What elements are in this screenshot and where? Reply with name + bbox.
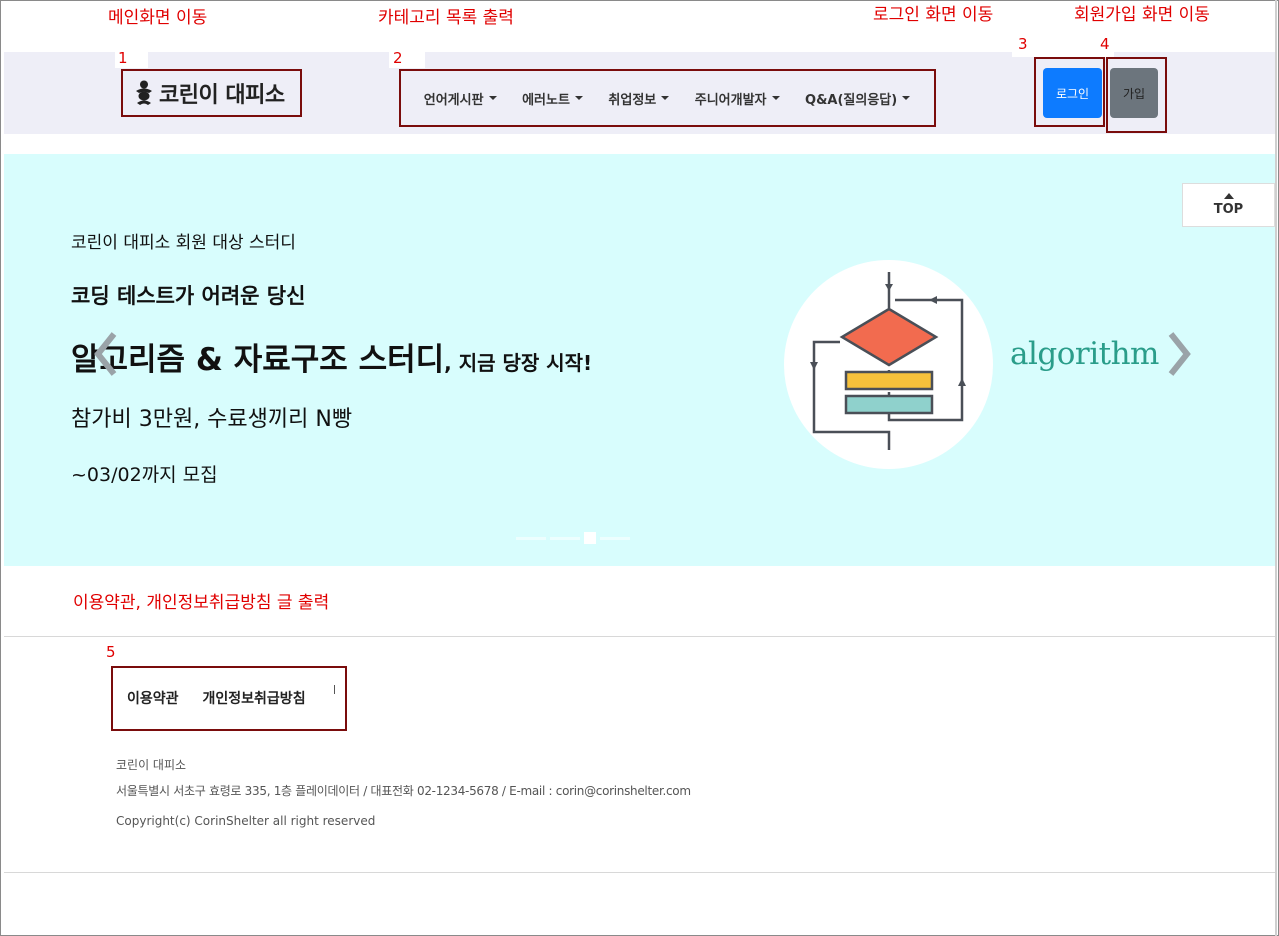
- banner-title: 알고리즘 & 자료구조 스터디, 지금 당장 시작!: [71, 334, 592, 379]
- annotation-box-5: [111, 666, 347, 731]
- window-edge: [1275, 0, 1277, 936]
- carousel-indicator-active[interactable]: [584, 532, 596, 544]
- footer-bottom-divider: [4, 872, 1275, 873]
- banner-deadline: ~03/02까지 모집: [71, 464, 218, 486]
- banner-fee: 참가비 3만원, 수료생끼리 N빵: [71, 407, 353, 432]
- footer-address: 서울특별시 서초구 효령로 335, 1층 플레이데이터 / 대표전화 02-1…: [116, 784, 691, 798]
- footer-copyright: Copyright(c) CorinShelter all right rese…: [116, 814, 376, 828]
- banner-title-main: 알고리즘 & 자료구조 스터디: [71, 342, 445, 378]
- chevron-right-icon: [1168, 332, 1191, 376]
- annotation-number-2: 2: [393, 49, 403, 67]
- carousel-indicators: [516, 532, 630, 544]
- banner-image-word: algorithm: [1010, 336, 1159, 372]
- flowchart-illustration: [784, 260, 993, 469]
- footer-company-name: 코린이 대피소: [116, 758, 187, 772]
- top-label: TOP: [1213, 202, 1244, 217]
- banner-subtitle: 코린이 대피소 회원 대상 스터디: [71, 233, 296, 253]
- annotation-terms: 이용약관, 개인정보취급방침 글 출력: [73, 593, 330, 613]
- footer-divider: [4, 636, 1275, 637]
- annotation-login: 로그인 화면 이동: [873, 5, 994, 25]
- caret-up-icon: [1223, 193, 1234, 199]
- banner-headline: 코딩 테스트가 어려운 당신: [71, 284, 306, 308]
- annotation-main: 메인화면 이동: [108, 8, 208, 28]
- annotation-number-1: 1: [118, 49, 128, 67]
- banner-title-sub: , 지금 당장 시작!: [444, 351, 593, 375]
- annotation-number-5: 5: [106, 643, 116, 661]
- carousel-indicator[interactable]: [600, 536, 630, 540]
- carousel-indicator[interactable]: [550, 536, 580, 540]
- annotation-signup: 회원가입 화면 이동: [1074, 5, 1210, 25]
- annotation-box-4: [1106, 57, 1167, 133]
- flowchart-icon: [810, 272, 966, 450]
- annotation-category: 카테고리 목록 출력: [378, 8, 514, 28]
- carousel-indicator[interactable]: [516, 536, 546, 540]
- annotation-box-3: [1034, 57, 1105, 127]
- annotation-box-2: [399, 69, 936, 127]
- scroll-top-button[interactable]: TOP: [1182, 183, 1275, 227]
- chevron-left-icon: [94, 332, 117, 376]
- carousel-next-button[interactable]: [1165, 326, 1195, 382]
- annotation-number-3: 3: [1018, 35, 1028, 53]
- carousel-prev-button[interactable]: [92, 326, 122, 382]
- annotation-box-1: [121, 69, 302, 117]
- annotation-number-4: 4: [1100, 35, 1110, 53]
